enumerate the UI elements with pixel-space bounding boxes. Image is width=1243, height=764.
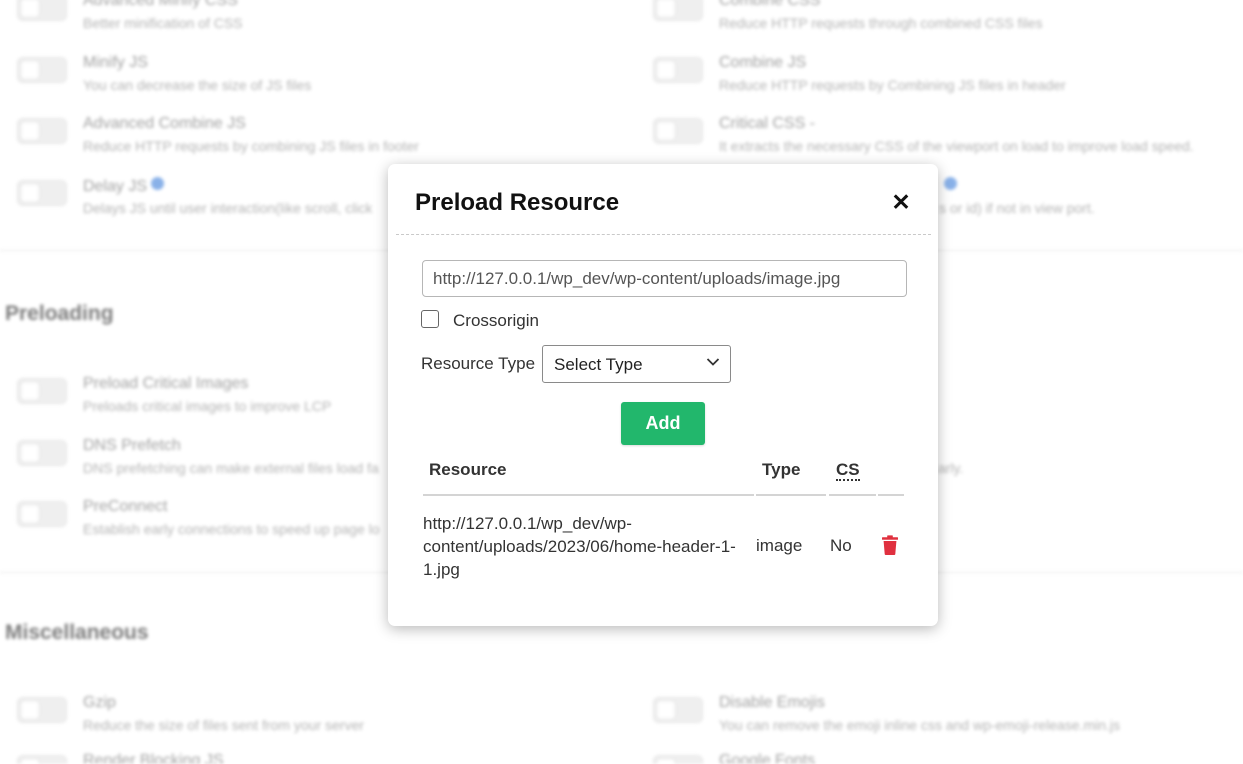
option-description: It extracts the necessary CSS of the vie… (719, 138, 1194, 154)
toggle-switch[interactable] (17, 697, 67, 723)
option-title-wrap (940, 177, 957, 196)
option-combine-css: Combine CSS Reduce HTTP requests through… (653, 0, 1213, 36)
header-underline (756, 494, 826, 496)
trash-icon[interactable] (881, 535, 899, 555)
option-title: Advanced Combine JS (83, 115, 246, 132)
option-title: Google Fonts (719, 752, 816, 764)
header-underline (829, 494, 876, 496)
option-title: Render Blocking JS (83, 752, 224, 764)
option-description: arly. (938, 460, 964, 476)
section-title-miscellaneous: Miscellaneous (5, 621, 149, 644)
table-cell-type: image (756, 536, 803, 555)
info-icon[interactable] (151, 177, 165, 190)
option-description: You can remove the emoji inline css and … (719, 717, 1121, 733)
option-minify-js: Minify JS You can decrease the size of J… (17, 54, 577, 98)
toggle-switch[interactable] (17, 118, 67, 144)
toggle-switch[interactable] (653, 755, 703, 764)
option-title: PreConnect (83, 498, 168, 515)
option-title-wrap: Delay JS (83, 177, 165, 196)
column-header-type: Type (762, 460, 801, 479)
resource-type-select[interactable]: Select Type (542, 345, 731, 383)
toggle-switch[interactable] (653, 0, 703, 21)
toggle-switch[interactable] (17, 501, 67, 527)
option-title: Combine JS (719, 54, 807, 71)
column-header-resource: Resource (429, 460, 507, 479)
toggle-switch[interactable] (653, 118, 703, 144)
section-title-preloading: Preloading (5, 302, 114, 325)
info-icon[interactable] (944, 177, 957, 190)
option-description: You can decrease the size of JS files (83, 77, 312, 93)
add-button[interactable]: Add (621, 402, 705, 445)
option-gzip: Gzip Reduce the size of files sent from … (17, 694, 577, 738)
option-title: Disable Emojis (719, 694, 825, 711)
header-underline (878, 494, 904, 496)
option-title: Critical CSS - (719, 115, 816, 132)
crossorigin-checkbox[interactable] (421, 310, 439, 328)
option-description: Reduce HTTP requests through combined CS… (719, 15, 1043, 31)
option-advanced-combine-js: Advanced Combine JS Reduce HTTP requests… (17, 115, 577, 159)
option-description: Delays JS until user interaction(like sc… (83, 200, 373, 216)
option-title: Gzip (83, 694, 116, 711)
option-advanced-minify-css: Advanced Minify CSS Better minification … (17, 0, 577, 36)
option-description: s or id) if not in view port. (939, 200, 1095, 216)
option-description: Reduce HTTP requests by Combining JS fil… (719, 77, 1066, 93)
option-title: Combine CSS (719, 0, 821, 9)
option-description: DNS prefetching can make external files … (83, 460, 379, 476)
option-title: Minify JS (83, 54, 148, 71)
toggle-switch[interactable] (17, 57, 67, 83)
resource-type-selected: Select Type (554, 355, 643, 374)
table-cell-cs: No (830, 536, 852, 555)
column-header-cs: CS (836, 460, 860, 481)
toggle-switch[interactable] (653, 57, 703, 83)
toggle-switch[interactable] (17, 755, 67, 764)
option-critical-css: Critical CSS - It extracts the necessary… (653, 115, 1213, 159)
option-description: Preloads critical images to improve LCP (83, 398, 332, 414)
toggle-switch[interactable] (653, 697, 703, 723)
resource-type-label: Resource Type (421, 354, 536, 373)
modal-header-divider (396, 234, 931, 235)
close-icon[interactable]: ✕ (890, 189, 912, 215)
option-preload-fonts: arly. (938, 437, 1238, 481)
cs-abbreviation: CS (836, 460, 860, 481)
preload-resource-modal: Preload Resource ✕ Crossorigin Resource … (388, 164, 938, 626)
option-title: Preload Critical Images (83, 375, 249, 392)
option-combine-js: Combine JS Reduce HTTP requests by Combi… (653, 54, 1213, 98)
option-title: Delay JS (83, 178, 148, 195)
header-underline (423, 494, 754, 496)
toggle-switch[interactable] (17, 440, 67, 466)
chevron-down-icon (706, 358, 720, 366)
resource-url-input[interactable] (422, 260, 907, 297)
option-title: Advanced Minify CSS (83, 0, 238, 9)
toggle-switch[interactable] (17, 0, 67, 21)
option-google-fonts: Google Fonts (653, 752, 1213, 764)
option-disable-emojis: Disable Emojis You can remove the emoji … (653, 694, 1213, 738)
toggle-switch[interactable] (17, 180, 67, 206)
toggle-switch[interactable] (17, 378, 67, 404)
option-title: DNS Prefetch (83, 437, 181, 454)
option-description: Better minification of CSS (83, 15, 243, 31)
table-cell-resource: http://127.0.0.1/wp_dev/wp-content/uploa… (423, 514, 736, 579)
option-description: Reduce the size of files sent from your … (83, 717, 364, 733)
modal-title: Preload Resource (415, 189, 620, 216)
option-render-blocking-js: Render Blocking JS (17, 752, 577, 764)
option-description: Reduce HTTP requests by combining JS fil… (83, 138, 419, 154)
crossorigin-label: Crossorigin (453, 311, 539, 330)
option-description: Establish early connections to speed up … (83, 521, 380, 537)
